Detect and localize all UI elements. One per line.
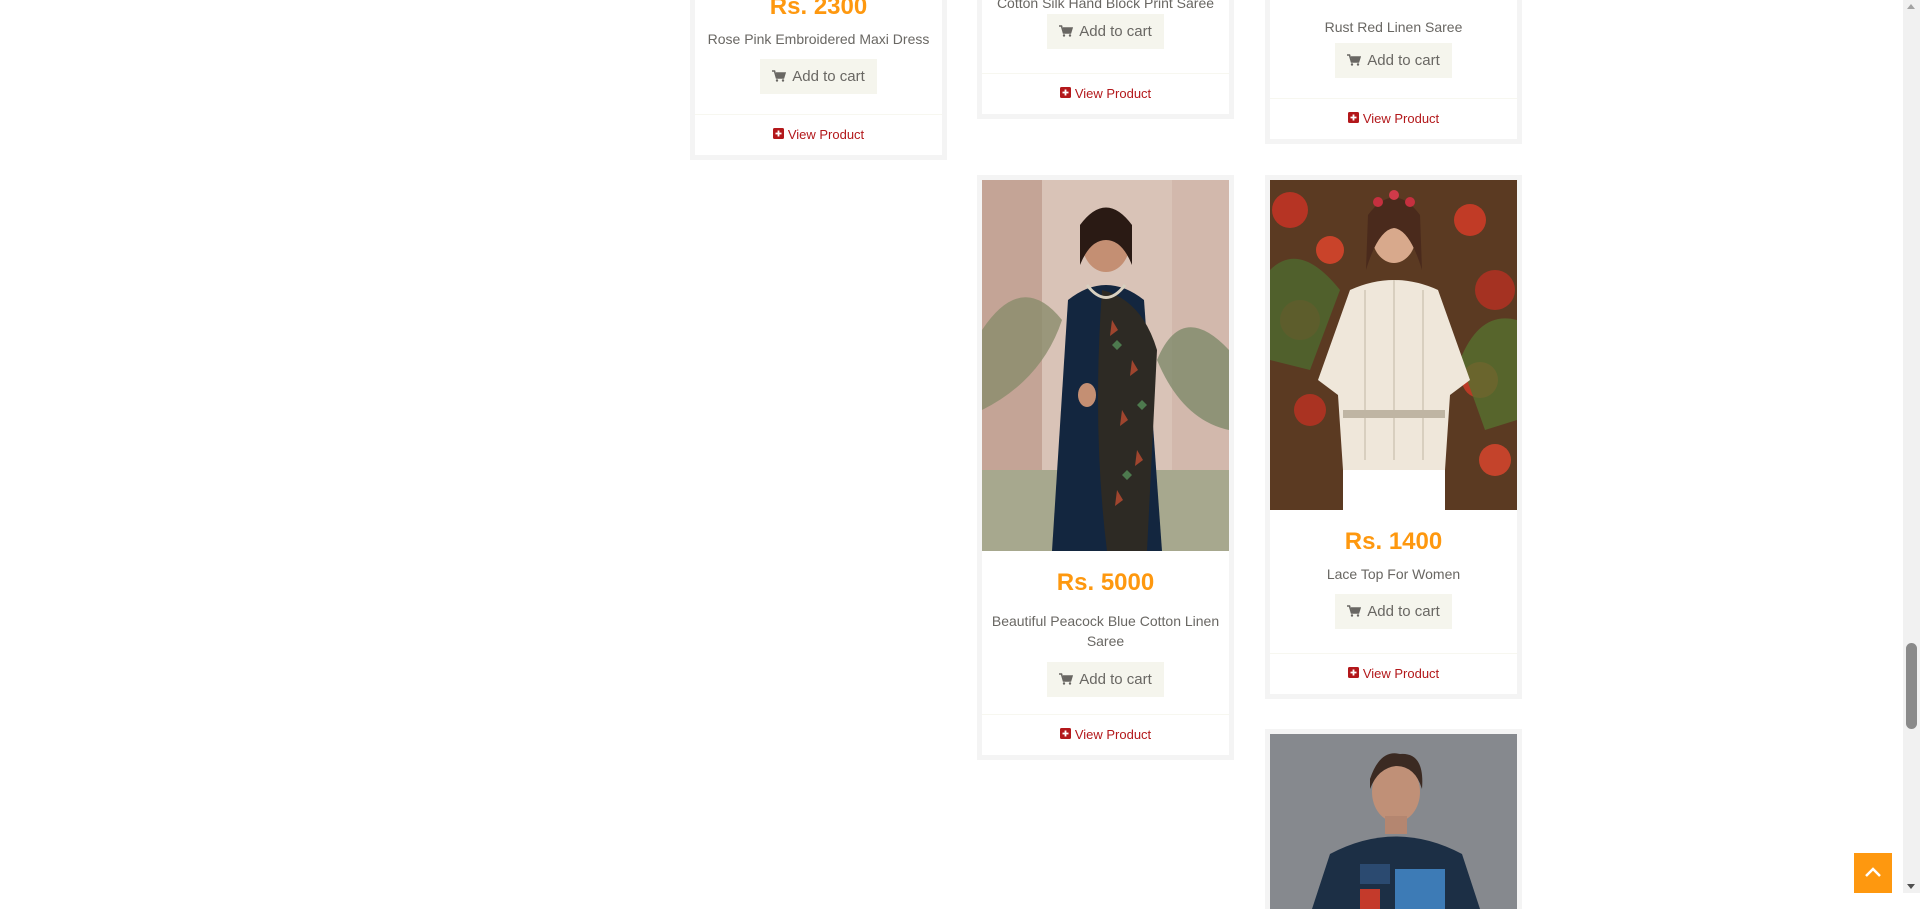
view-product-link[interactable]: View Product [1347, 111, 1440, 126]
shopping-cart-icon [1059, 15, 1074, 50]
view-product-row: View Product [982, 714, 1229, 755]
product-card: Rs. 2300 Rose Pink Embroidered Maxi Dres… [690, 0, 947, 160]
view-product-link[interactable]: View Product [1059, 727, 1152, 742]
product-image[interactable] [1270, 180, 1517, 510]
product-price: Rs. 2300 [769, 0, 868, 20]
view-product-row: View Product [1270, 653, 1517, 694]
add-to-cart-label: Add to cart [1079, 671, 1152, 688]
vertical-scrollbar[interactable] [1903, 0, 1920, 893]
plus-square-icon [1347, 99, 1359, 139]
scroll-down-arrow-icon[interactable] [1907, 884, 1915, 889]
product-image[interactable] [1270, 734, 1517, 909]
lace-top-model-illustration [1270, 180, 1517, 510]
product-card: Rust Red Linen Saree Add to cart View Pr… [1265, 0, 1522, 144]
chevron-up-icon [1864, 865, 1882, 883]
view-product-label: View Product [1362, 111, 1440, 126]
add-to-cart-label: Add to cart [1367, 603, 1440, 620]
view-product-row: View Product [1270, 98, 1517, 139]
view-product-label: View Product [1074, 86, 1152, 101]
plus-square-icon [1347, 654, 1359, 694]
product-name: Cotton Silk Hand Block Print Saree [996, 0, 1215, 11]
add-to-cart-label: Add to cart [1079, 23, 1152, 40]
product-image[interactable] [982, 180, 1229, 551]
shopping-cart-icon [1347, 44, 1362, 79]
view-product-label: View Product [1362, 666, 1440, 681]
product-name: Lace Top For Women [1326, 566, 1461, 582]
scrollbar-thumb[interactable] [1906, 643, 1917, 729]
shopping-cart-icon [1347, 595, 1362, 630]
product-name: Rose Pink Embroidered Maxi Dress [707, 31, 930, 47]
add-to-cart-button[interactable]: Add to cart [760, 59, 877, 94]
add-to-cart-button[interactable]: Add to cart [1047, 14, 1164, 49]
view-product-row: View Product [695, 114, 942, 155]
shopping-cart-icon [1059, 663, 1074, 698]
add-to-cart-button[interactable]: Add to cart [1335, 594, 1452, 629]
view-product-row: View Product [982, 73, 1229, 114]
sweatshirt-model-illustration [1270, 734, 1517, 909]
view-product-link[interactable]: View Product [1059, 86, 1152, 101]
plus-square-icon [1059, 74, 1071, 114]
product-card: Rs. 1400 Lace Top For Women Add to cart … [1265, 175, 1522, 699]
product-card: Cotton Silk Hand Block Print Saree Add t… [977, 0, 1234, 119]
view-product-link[interactable]: View Product [1347, 666, 1440, 681]
view-product-label: View Product [1074, 727, 1152, 742]
add-to-cart-button[interactable]: Add to cart [1047, 662, 1164, 697]
scroll-up-arrow-icon[interactable] [1907, 4, 1915, 9]
plus-square-icon [1059, 715, 1071, 755]
view-product-label: View Product [787, 127, 865, 142]
product-card: Rs. 5000 Beautiful Peacock Blue Cotton L… [977, 175, 1234, 760]
product-price: Rs. 5000 [1056, 569, 1155, 596]
view-product-link[interactable]: View Product [772, 127, 865, 142]
saree-model-illustration [982, 180, 1229, 551]
add-to-cart-label: Add to cart [1367, 52, 1440, 69]
plus-square-icon [772, 115, 784, 155]
add-to-cart-label: Add to cart [792, 68, 865, 85]
product-name: Rust Red Linen Saree [1324, 19, 1463, 35]
shopping-cart-icon [772, 60, 787, 95]
product-name: Beautiful Peacock Blue Cotton Linen Sare… [991, 613, 1220, 649]
product-price: Rs. 1400 [1344, 528, 1443, 555]
scroll-to-top-button[interactable] [1854, 853, 1892, 893]
product-card [1265, 729, 1522, 909]
add-to-cart-button[interactable]: Add to cart [1335, 43, 1452, 78]
